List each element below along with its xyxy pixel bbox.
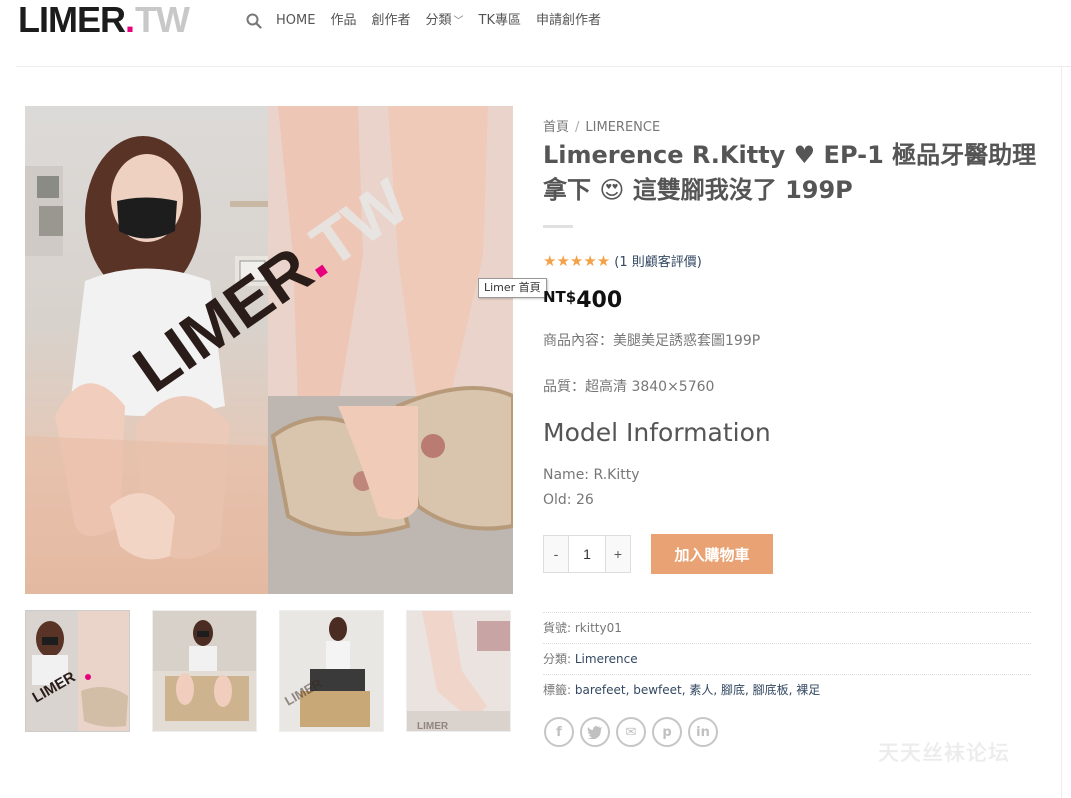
breadcrumb-home[interactable]: 首頁 xyxy=(543,120,569,135)
header-divider xyxy=(16,66,1071,67)
add-to-cart-button[interactable]: 加入購物車 xyxy=(651,534,773,574)
product-rating: ★★★★★ (1 則顧客評價) xyxy=(543,251,702,271)
tags-label: 標籤: xyxy=(543,683,572,697)
chevron-down-icon: ﹀ xyxy=(453,15,464,27)
tags-row: 標籤: barefeet, bewfeet, 素人, 腳底, 腳底板, 裸足 xyxy=(543,674,1031,705)
category-row: 分類: Limerence xyxy=(543,643,1031,674)
nav-item-categories[interactable]: 分類 ﹀ xyxy=(425,10,463,33)
thumbnail-3[interactable]: LIMER xyxy=(279,610,384,732)
logo-wordmark: LIMER xyxy=(18,0,126,40)
search-icon[interactable] xyxy=(246,13,262,29)
tooltip: Limer 首頁 xyxy=(478,278,547,298)
sku-value: rkitty01 xyxy=(574,621,622,635)
nav-item-home[interactable]: HOME xyxy=(276,10,315,32)
logo-suffix: TW xyxy=(135,0,190,40)
site-logo[interactable]: LIMER. TW xyxy=(18,0,190,40)
logo-dot: . xyxy=(125,0,136,40)
twitter-icon[interactable] xyxy=(580,717,610,747)
linkedin-icon[interactable]: in xyxy=(688,717,718,747)
nav-item-categories-label: 分類 xyxy=(425,12,452,28)
review-count-link[interactable]: (1 則顧客評價) xyxy=(614,251,702,270)
sidebar-divider xyxy=(1061,66,1062,798)
svg-text:LIMER: LIMER xyxy=(417,721,449,732)
title-divider xyxy=(543,225,573,228)
quantity-input[interactable] xyxy=(568,536,606,572)
thumbnail-strip: LIMER LIMER LIMER xyxy=(25,610,533,732)
product-price: NT$400 xyxy=(543,288,622,313)
product-quality-line: 品質：超高清 3840×5760 xyxy=(543,379,715,395)
email-icon[interactable]: ✉ xyxy=(616,717,646,747)
model-info-heading: Model Information xyxy=(543,418,771,447)
category-label: 分類: xyxy=(543,652,572,666)
nav-item-apply-creator[interactable]: 申請創作者 xyxy=(536,10,601,32)
product-main-image[interactable]: LIMER.TW xyxy=(25,106,513,594)
model-name: Name: R.Kitty xyxy=(543,467,640,483)
main-nav: HOME 作品 創作者 分類 ﹀ TK專區 申請創作者 xyxy=(246,10,616,32)
tags-links[interactable]: barefeet, bewfeet, 素人, 腳底, 腳底板, 裸足 xyxy=(575,683,820,697)
pinterest-icon[interactable]: p xyxy=(652,717,682,747)
quantity-increase-button[interactable]: + xyxy=(606,536,630,572)
thumbnail-1[interactable]: LIMER xyxy=(25,610,130,732)
sku-label: 貨號: xyxy=(543,621,572,635)
star-rating-icon: ★★★★★ xyxy=(543,251,611,270)
share-icons: f ✉ p in xyxy=(544,717,724,747)
breadcrumb: 首頁 / LIMERENCE xyxy=(543,116,660,135)
nav-item-tk-zone[interactable]: TK專區 xyxy=(479,10,521,32)
thumbnail-4[interactable]: LIMER xyxy=(406,610,511,732)
sku-row: 貨號: rkitty01 xyxy=(543,612,1031,643)
nav-item-works[interactable]: 作品 xyxy=(330,10,356,32)
forum-watermark: 天天丝袜论坛 xyxy=(878,741,1010,765)
photo-panel-right xyxy=(268,106,513,594)
breadcrumb-separator: / xyxy=(575,120,580,135)
category-link[interactable]: Limerence xyxy=(575,652,638,666)
facebook-icon[interactable]: f xyxy=(544,717,574,747)
quantity-stepper: - + xyxy=(543,535,631,573)
site-header: LIMER. TW HOME 作品 創作者 分類 ﹀ TK專區 申請創作者 xyxy=(0,0,1071,66)
product-content-line: 商品內容：美腿美足誘惑套圖199P xyxy=(543,333,761,349)
model-age: Old: 26 xyxy=(543,492,594,508)
price-currency: NT$ xyxy=(543,288,577,306)
quantity-decrease-button[interactable]: - xyxy=(544,536,568,572)
breadcrumb-category[interactable]: LIMERENCE xyxy=(585,120,660,135)
thumbnail-2[interactable] xyxy=(152,610,257,732)
nav-item-creators[interactable]: 創作者 xyxy=(371,10,410,32)
price-amount: 400 xyxy=(576,288,623,313)
product-title: Limerence R.Kitty ♥ EP-1 極品牙醫助理拿下 😍 這雙腳我… xyxy=(543,141,1037,204)
